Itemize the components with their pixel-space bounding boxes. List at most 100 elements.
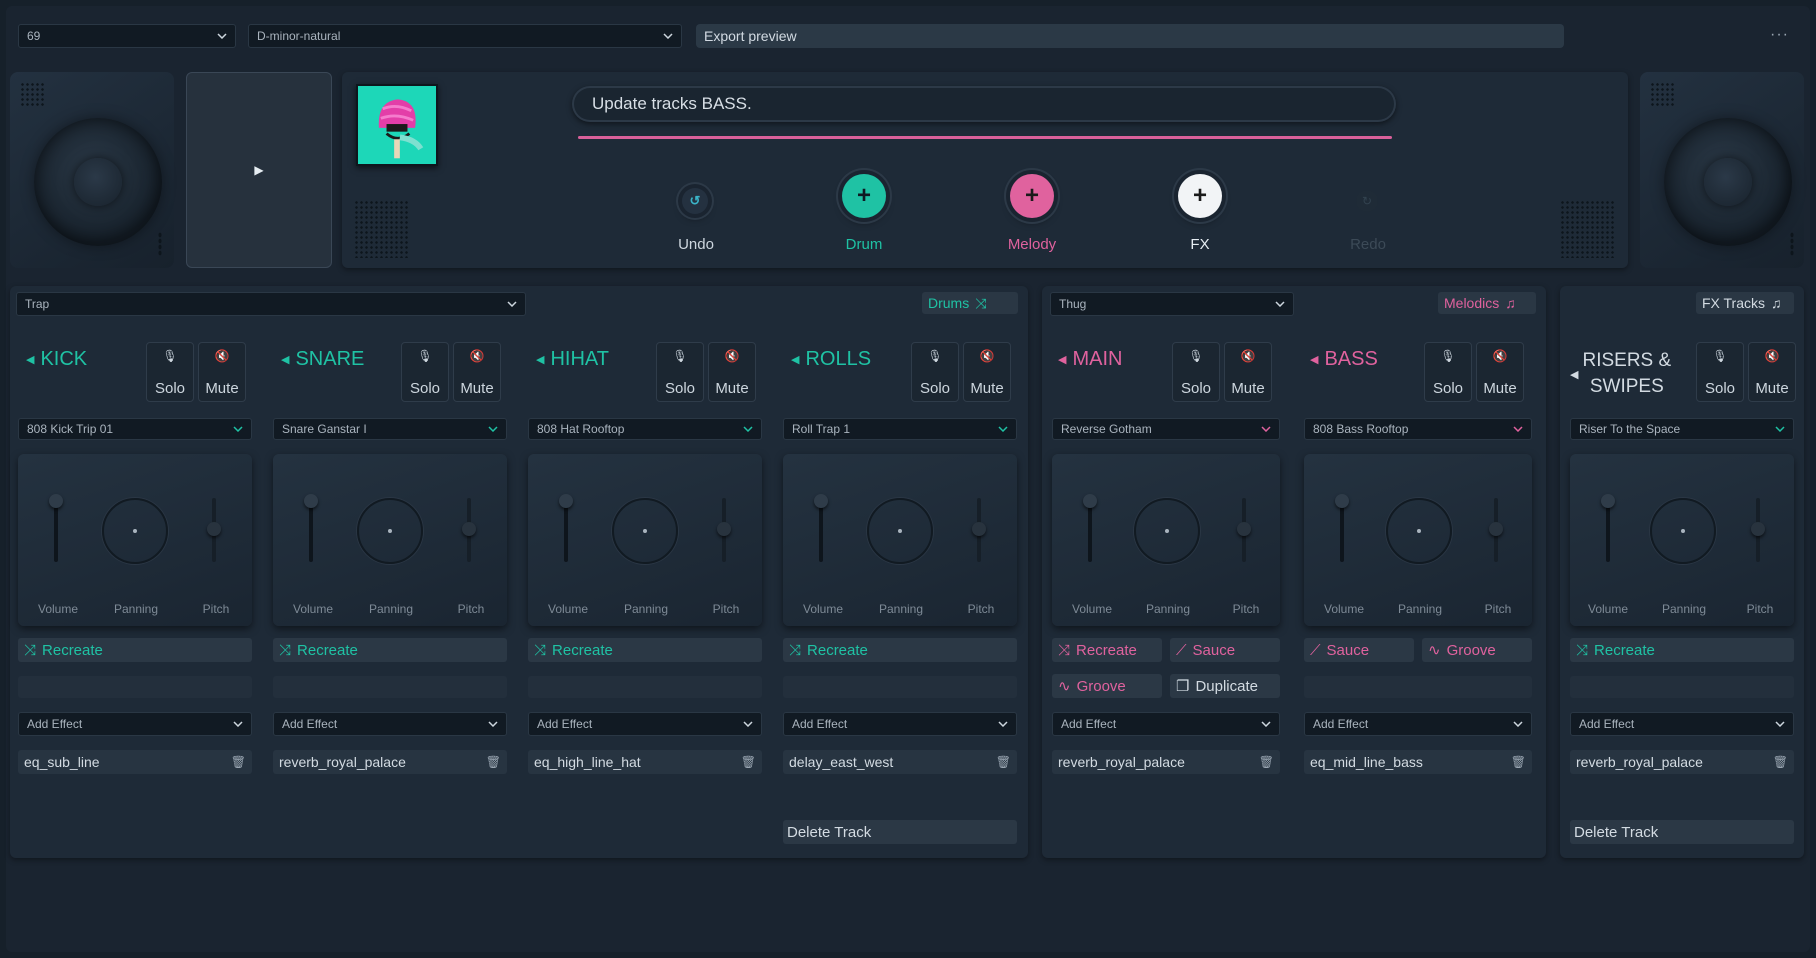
- panning-dial[interactable]: [1134, 498, 1200, 564]
- track-title[interactable]: ◀ ROLLS: [791, 348, 871, 371]
- trash-icon[interactable]: 🗑: [1511, 755, 1526, 769]
- track-title[interactable]: ◀ SNARE: [281, 348, 364, 371]
- volume-knob[interactable]: [1601, 494, 1615, 508]
- trash-icon[interactable]: 🗑: [1259, 755, 1274, 769]
- volume-knob[interactable]: [814, 494, 828, 508]
- track-title[interactable]: ◀ MAIN: [1058, 348, 1122, 371]
- mute-button[interactable]: 🔇 Mute: [708, 342, 756, 402]
- bpm-select[interactable]: 69: [18, 24, 236, 48]
- add-melody-action[interactable]: + Melody: [968, 170, 1098, 268]
- melodics-genre-select[interactable]: Thug: [1050, 292, 1294, 316]
- trash-icon[interactable]: 🗑: [741, 755, 756, 769]
- solo-button[interactable]: 🎙 Solo: [1172, 342, 1220, 402]
- undo-icon[interactable]: ↺: [682, 188, 708, 214]
- panning-dial[interactable]: [612, 498, 678, 564]
- chevron-down-icon: [998, 721, 1008, 727]
- add-effect-select[interactable]: Add Effect: [1052, 712, 1280, 736]
- plus-icon[interactable]: +: [1178, 174, 1222, 218]
- volume-knob[interactable]: [49, 494, 63, 508]
- sauce-button[interactable]: ⟋ Sauce: [1304, 638, 1414, 662]
- mute-button[interactable]: 🔇 Mute: [963, 342, 1011, 402]
- prompt-input[interactable]: Update tracks BASS.: [572, 86, 1396, 122]
- drums-genre-select[interactable]: Trap: [16, 292, 526, 316]
- add-effect-select[interactable]: Add Effect: [528, 712, 762, 736]
- mute-button[interactable]: 🔇 Mute: [1748, 342, 1796, 402]
- sample-select[interactable]: 808 Hat Rooftop: [528, 418, 762, 440]
- more-menu-icon[interactable]: ···: [1770, 26, 1789, 44]
- pitch-knob[interactable]: [1237, 522, 1251, 536]
- sample-select[interactable]: Roll Trap 1: [783, 418, 1017, 440]
- track-title[interactable]: ◀ BASS: [1310, 348, 1378, 371]
- trash-icon[interactable]: 🗑: [1773, 755, 1788, 769]
- sample-select[interactable]: Riser To the Space: [1570, 418, 1794, 440]
- delete-track-button[interactable]: Delete Track: [783, 820, 1017, 844]
- sample-select[interactable]: Snare Ganstar I: [273, 418, 507, 440]
- volume-knob[interactable]: [304, 494, 318, 508]
- pitch-knob[interactable]: [1489, 522, 1503, 536]
- volume-knob[interactable]: [559, 494, 573, 508]
- add-effect-select[interactable]: Add Effect: [1304, 712, 1532, 736]
- sample-select[interactable]: Reverse Gotham: [1052, 418, 1280, 440]
- recreate-button[interactable]: ⤨ Recreate: [273, 638, 507, 662]
- sauce-button[interactable]: ⟋ Sauce: [1170, 638, 1280, 662]
- redo-icon[interactable]: ↻: [1356, 190, 1378, 212]
- chevron-down-icon: [1513, 426, 1523, 432]
- solo-button[interactable]: 🎙 Solo: [146, 342, 194, 402]
- solo-button[interactable]: 🎙 Solo: [1424, 342, 1472, 402]
- shuffle-icon: ⤨: [975, 294, 987, 311]
- track-title[interactable]: ◀ RISERS & SWIPES: [1570, 346, 1680, 402]
- add-effect-select[interactable]: Add Effect: [783, 712, 1017, 736]
- play-button[interactable]: ▶: [186, 72, 332, 268]
- add-effect-select[interactable]: Add Effect: [1570, 712, 1794, 736]
- export-preview-button[interactable]: Export preview: [696, 24, 1564, 48]
- redo-action[interactable]: ↻ Redo: [1304, 178, 1434, 268]
- trash-icon[interactable]: 🗑: [996, 755, 1011, 769]
- mute-button[interactable]: 🔇 Mute: [198, 342, 246, 402]
- mute-button[interactable]: 🔇 Mute: [1476, 342, 1524, 402]
- plus-icon[interactable]: +: [842, 174, 886, 218]
- solo-button[interactable]: 🎙 Solo: [401, 342, 449, 402]
- panning-dial[interactable]: [867, 498, 933, 564]
- recreate-button[interactable]: ⤨ Recreate: [1570, 638, 1794, 662]
- scale-value: D-minor-natural: [257, 29, 341, 43]
- duplicate-button[interactable]: ❐ Duplicate: [1170, 674, 1280, 698]
- recreate-button[interactable]: ⤨ Recreate: [528, 638, 762, 662]
- mute-button[interactable]: 🔇 Mute: [453, 342, 501, 402]
- pitch-knob[interactable]: [1751, 522, 1765, 536]
- panning-dial[interactable]: [1386, 498, 1452, 564]
- add-fx-action[interactable]: + FX: [1136, 170, 1266, 268]
- sample-select[interactable]: 808 Bass Rooftop: [1304, 418, 1532, 440]
- pitch-knob[interactable]: [972, 522, 986, 536]
- trash-icon[interactable]: 🗑: [231, 755, 246, 769]
- track-title[interactable]: ◀ HIHAT: [536, 348, 609, 371]
- scale-select[interactable]: D-minor-natural: [248, 24, 682, 48]
- add-effect-select[interactable]: Add Effect: [273, 712, 507, 736]
- chevron-down-icon: [488, 721, 498, 727]
- volume-knob[interactable]: [1083, 494, 1097, 508]
- track-title[interactable]: ◀ KICK: [26, 348, 87, 371]
- undo-action[interactable]: ↺ Undo: [632, 178, 762, 268]
- melody-label: Melody: [1007, 236, 1057, 253]
- panning-dial[interactable]: [102, 498, 168, 564]
- panning-dial[interactable]: [1650, 498, 1716, 564]
- recreate-button[interactable]: ⤨ Recreate: [783, 638, 1017, 662]
- pitch-knob[interactable]: [717, 522, 731, 536]
- add-effect-select[interactable]: Add Effect: [18, 712, 252, 736]
- add-drum-action[interactable]: + Drum: [800, 170, 930, 268]
- mute-button[interactable]: 🔇 Mute: [1224, 342, 1272, 402]
- volume-knob[interactable]: [1335, 494, 1349, 508]
- groove-button[interactable]: ∿ Groove: [1422, 638, 1532, 662]
- pitch-knob[interactable]: [462, 522, 476, 536]
- recreate-button[interactable]: ⤨ Recreate: [1052, 638, 1162, 662]
- delete-track-button[interactable]: Delete Track: [1570, 820, 1794, 844]
- groove-button[interactable]: ∿ Groove: [1052, 674, 1162, 698]
- solo-button[interactable]: 🎙 Solo: [656, 342, 704, 402]
- plus-icon[interactable]: +: [1010, 174, 1054, 218]
- trash-icon[interactable]: 🗑: [486, 755, 501, 769]
- solo-button[interactable]: 🎙 Solo: [911, 342, 959, 402]
- sample-select[interactable]: 808 Kick Trip 01: [18, 418, 252, 440]
- recreate-button[interactable]: ⤨ Recreate: [18, 638, 252, 662]
- solo-button[interactable]: 🎙 Solo: [1696, 342, 1744, 402]
- panning-dial[interactable]: [357, 498, 423, 564]
- pitch-knob[interactable]: [207, 522, 221, 536]
